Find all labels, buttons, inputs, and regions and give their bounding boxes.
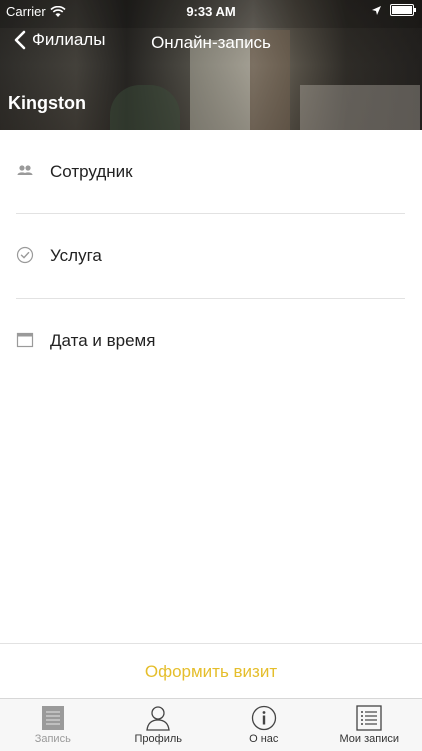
tab-label: Мои записи [339,733,399,745]
tab-about[interactable]: О нас [211,699,317,751]
navigation-bar: Филиалы Онлайн-запись [0,30,422,56]
check-circle-icon [16,246,34,264]
person-icon [144,705,172,731]
clock: 9:33 AM [0,4,422,19]
info-icon [250,705,278,731]
list-item-label: Сотрудник [50,162,133,182]
header-banner: Carrier 9:33 AM Филиалы Онлайн-запись [0,0,422,130]
list-icon [355,705,383,731]
background-decor [110,85,180,130]
tab-label: Запись [35,733,71,745]
tab-profile[interactable]: Профиль [106,699,212,751]
list-item-label: Услуга [50,246,102,266]
tab-booking[interactable]: Запись [0,699,106,751]
branch-name: Kingston [8,93,86,114]
battery-icon [390,4,414,16]
status-bar: Carrier 9:33 AM [0,0,422,22]
tab-bar: Запись Профиль О нас Мои записи [0,698,422,751]
list-item-employee[interactable]: Сотрудник [0,130,422,214]
list-item-datetime[interactable]: Дата и время [0,299,422,383]
location-arrow-icon [371,5,382,16]
background-decor [300,85,420,130]
people-icon [16,162,34,180]
tab-my-bookings[interactable]: Мои записи [317,699,422,751]
tab-label: Профиль [135,733,183,745]
calendar-icon [16,331,34,349]
list-item-service[interactable]: Услуга [0,214,422,298]
book-visit-button[interactable]: Оформить визит [0,643,422,699]
page-title: Онлайн-запись [0,33,422,53]
list-item-label: Дата и время [50,331,155,351]
tab-label: О нас [249,733,278,745]
document-icon [39,705,67,731]
